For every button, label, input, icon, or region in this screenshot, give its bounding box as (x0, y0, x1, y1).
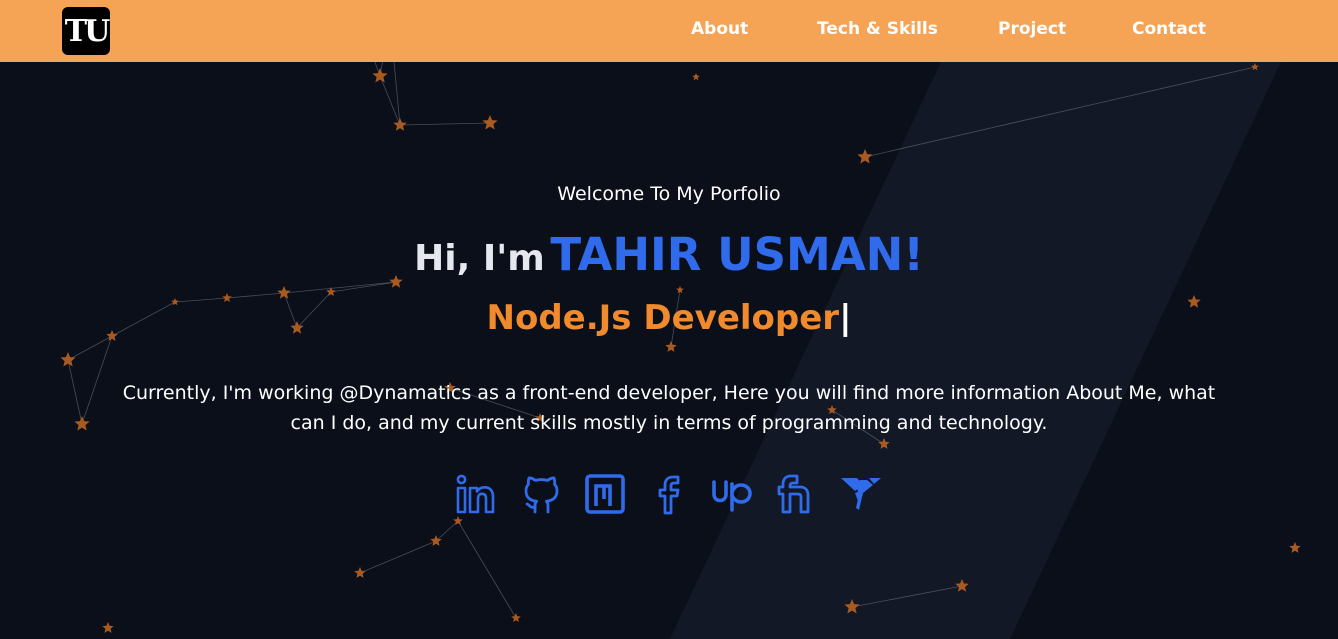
facebook-link[interactable] (645, 470, 693, 518)
role-text: Node.Js Developer (486, 298, 840, 338)
headline: Hi, I'm TAHIR USMAN! (0, 228, 1338, 281)
navbar: TU About Tech & Skills Project Contact (0, 0, 1338, 62)
intro-paragraph: Currently, I'm working @Dynamatics as a … (122, 382, 1216, 434)
nav-link-contact[interactable]: Contact (1132, 19, 1206, 39)
linkedin-link[interactable] (453, 470, 501, 518)
upwork-icon (712, 480, 752, 512)
social-links (0, 470, 1338, 518)
linkedin-icon (456, 474, 495, 514)
freelancer-icon (841, 478, 881, 510)
netlify-icon (585, 474, 625, 514)
nav-link-project[interactable]: Project (998, 19, 1066, 39)
role-typewriter: Node.Js Developer| (0, 298, 1338, 338)
fiverr-icon (777, 474, 810, 514)
facebook-icon (658, 475, 680, 515)
fiverr-link[interactable] (773, 470, 821, 518)
typing-cursor: | (839, 298, 852, 338)
freelancer-link[interactable] (837, 470, 885, 518)
welcome-text: Welcome To My Porfolio (557, 183, 781, 205)
site-logo[interactable]: TU (62, 7, 110, 55)
nav-link-about[interactable]: About (691, 19, 748, 39)
name-text: TAHIR USMAN! (550, 228, 924, 281)
netlify-link[interactable] (581, 470, 629, 518)
nav-link-tech-skills[interactable]: Tech & Skills (817, 19, 938, 39)
github-icon (524, 476, 559, 514)
greeting-text: Hi, I'm (414, 238, 545, 279)
github-link[interactable] (517, 470, 565, 518)
upwork-link[interactable] (709, 470, 757, 518)
hero-section: Welcome To My Porfolio Hi, I'm TAHIR USM… (0, 62, 1338, 639)
